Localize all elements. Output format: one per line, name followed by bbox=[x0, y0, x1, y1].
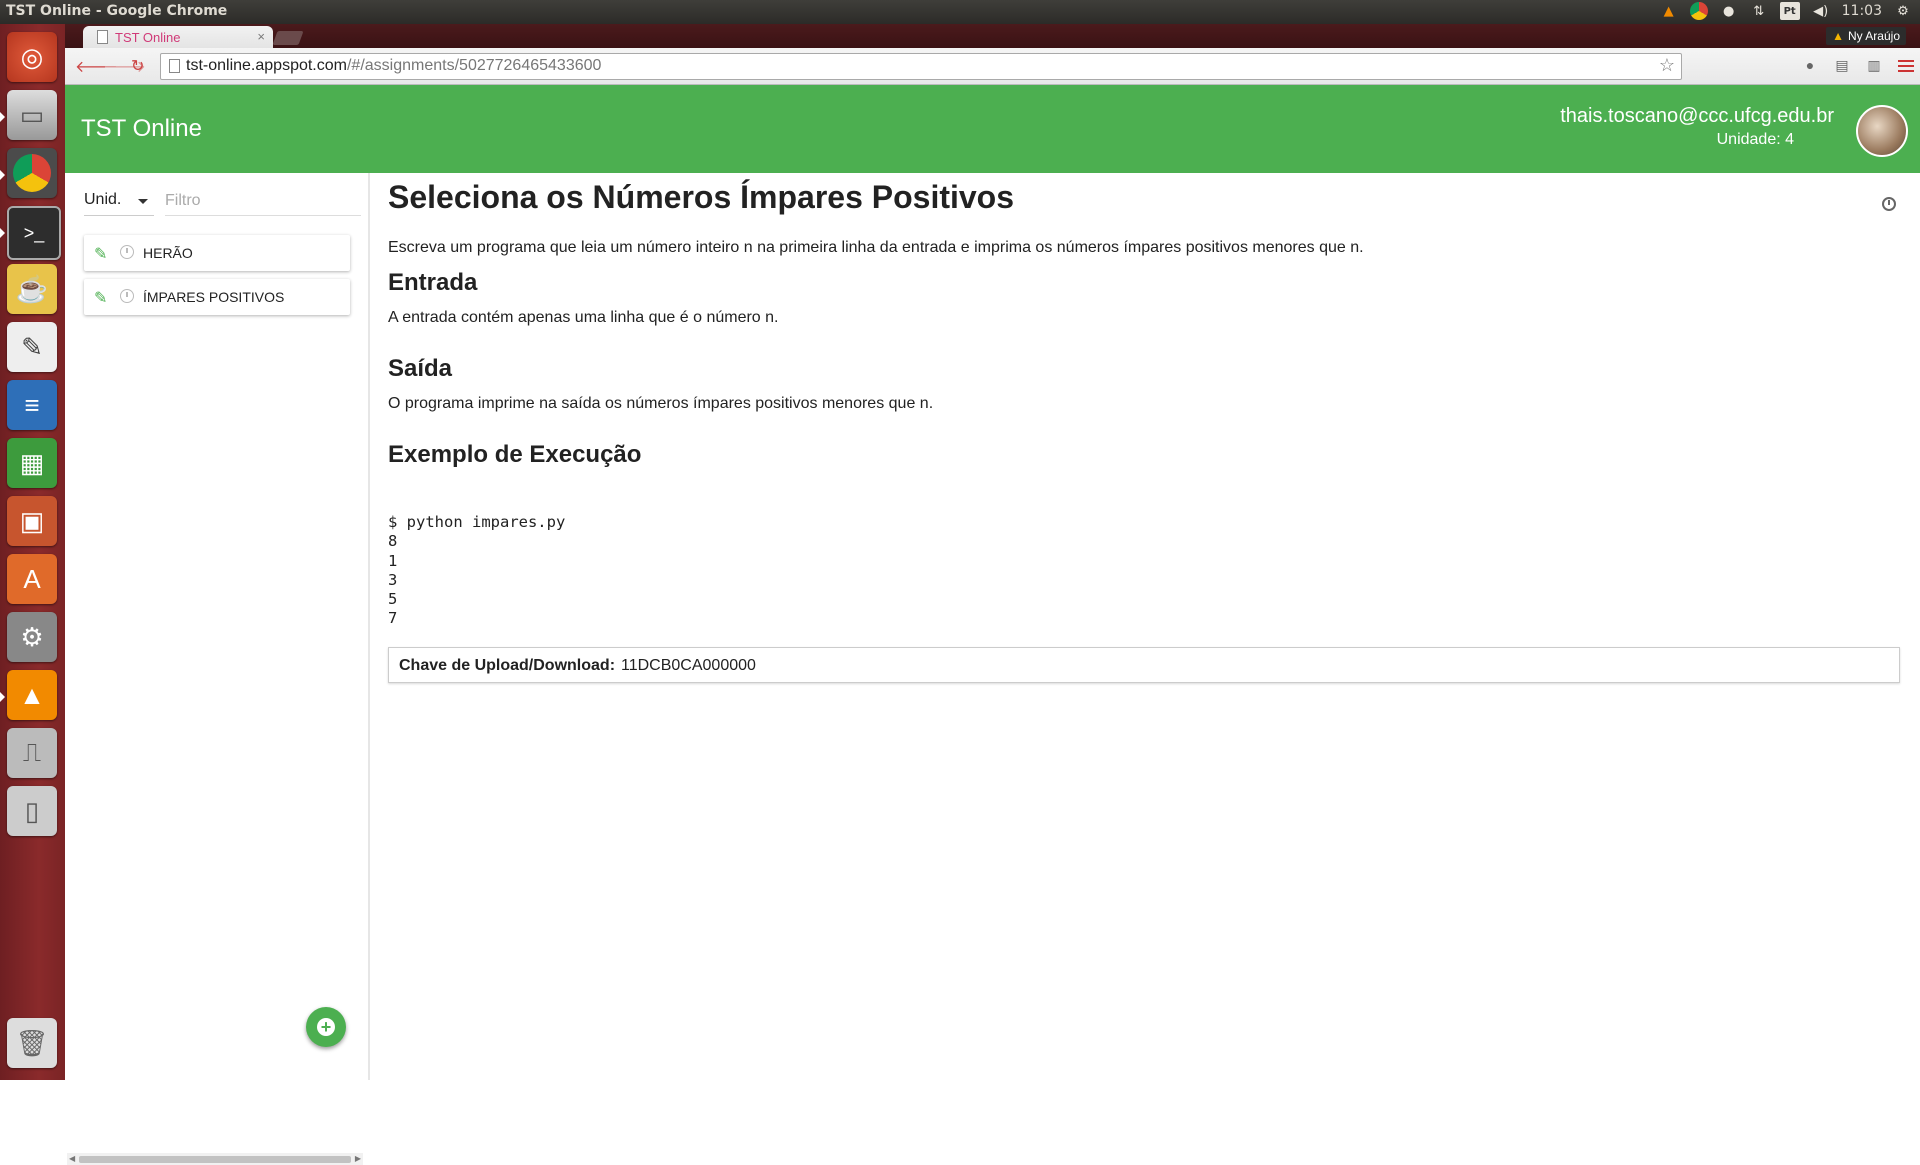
list-item[interactable]: ✎ HERÃO bbox=[84, 235, 350, 271]
app-title[interactable]: TST Online bbox=[81, 115, 202, 143]
input-description: A entrada contém apenas uma linha que é … bbox=[388, 309, 779, 326]
reload-icon[interactable]: ↻ bbox=[131, 56, 144, 76]
vlc-launcher-icon[interactable]: ▲ bbox=[7, 670, 57, 720]
address-bar[interactable]: tst-online.appspot.com/#/assignments/502… bbox=[160, 53, 1682, 80]
media-player-icon[interactable]: ▯ bbox=[7, 786, 57, 836]
chrome-menu-icon[interactable] bbox=[1898, 57, 1914, 75]
input-heading: Entrada bbox=[388, 269, 478, 296]
scrollbar-thumb[interactable] bbox=[79, 1156, 351, 1163]
browser-tabstrip: TST Online × ▲ Ny Araújo bbox=[65, 24, 1920, 48]
unit-select[interactable]: Unid. bbox=[84, 187, 154, 216]
browser-tab[interactable]: TST Online × bbox=[83, 26, 273, 48]
software-center-icon[interactable]: A bbox=[7, 554, 57, 604]
window-title: TST Online - Google Chrome bbox=[6, 3, 228, 19]
app-header: TST Online thais.toscano@ccc.ufcg.edu.br… bbox=[65, 85, 1920, 173]
system-tray: ▲ ● ⇅ Pt ◀) 11:03 ⚙ bbox=[1660, 2, 1912, 20]
user-email: thais.toscano@ccc.ufcg.edu.br bbox=[1560, 105, 1834, 127]
impress-icon[interactable]: ▣ bbox=[7, 496, 57, 546]
history-clock-icon[interactable] bbox=[1882, 197, 1896, 211]
scroll-left-arrow-icon[interactable]: ◀ bbox=[69, 1154, 75, 1163]
new-tab-button[interactable] bbox=[272, 31, 304, 45]
chrome-launcher-icon[interactable] bbox=[7, 148, 57, 198]
vlc-tray-icon[interactable]: ▲ bbox=[1660, 2, 1678, 20]
unit-select-label: Unid. bbox=[84, 191, 122, 208]
settings-gear-icon[interactable]: ⚙ bbox=[1894, 2, 1912, 20]
url-text: tst-online.appspot.com/#/assignments/502… bbox=[186, 57, 601, 75]
page-title: Seleciona os Números Ímpares Positivos bbox=[388, 179, 1015, 215]
tst-app: TST Online thais.toscano@ccc.ufcg.edu.br… bbox=[65, 85, 1920, 1165]
url-host: tst-online.appspot.com bbox=[186, 57, 347, 74]
pencil-icon[interactable]: ✎ bbox=[94, 288, 107, 308]
running-indicator bbox=[0, 228, 5, 238]
upload-key-label: Chave de Upload/Download: bbox=[399, 657, 616, 674]
running-indicator bbox=[0, 170, 5, 180]
tab-close-icon[interactable]: × bbox=[257, 29, 265, 44]
extension-bubble-icon[interactable]: ● bbox=[1801, 57, 1819, 75]
upload-key-box: Chave de Upload/Download: 11DCB0CA000000 bbox=[388, 647, 1900, 683]
user-unit: Unidade: 4 bbox=[1716, 131, 1794, 148]
bookmark-star-icon[interactable]: ☆ bbox=[1659, 55, 1675, 76]
usb-drive-icon[interactable]: ⎍ bbox=[7, 728, 57, 778]
example-code-block: $ python impares.py 8 1 3 5 7 bbox=[388, 513, 566, 628]
messaging-icon[interactable]: ● bbox=[1720, 2, 1738, 20]
profile-badge[interactable]: ▲ Ny Araújo bbox=[1826, 27, 1906, 45]
clock-icon bbox=[120, 289, 134, 303]
writer-icon[interactable]: ≡ bbox=[7, 380, 57, 430]
output-description: O programa imprime na saída os números í… bbox=[388, 395, 934, 412]
list-item[interactable]: ✎ ÍMPARES POSITIVOS bbox=[84, 279, 350, 315]
extension-icon[interactable]: ▤ bbox=[1833, 57, 1851, 75]
example-heading: Exemplo de Execução bbox=[388, 441, 642, 468]
upload-key-value[interactable]: 11DCB0CA000000 bbox=[621, 657, 756, 675]
clock[interactable]: 11:03 bbox=[1842, 3, 1882, 19]
plus-icon: + bbox=[317, 1018, 335, 1036]
terminal-icon[interactable]: >_ bbox=[7, 206, 61, 260]
ubuntu-dash-icon[interactable]: ◎ bbox=[7, 32, 57, 82]
text-editor-icon[interactable]: ✎ bbox=[7, 322, 57, 372]
trash-icon[interactable]: 🗑 bbox=[7, 1018, 57, 1068]
assignment-label: ÍMPARES POSITIVOS bbox=[143, 289, 285, 305]
warning-icon: ▲ bbox=[1832, 29, 1844, 43]
tab-title: TST Online bbox=[115, 30, 181, 45]
horizontal-scrollbar[interactable]: ◀ ▶ bbox=[67, 1153, 363, 1165]
network-icon[interactable]: ⇅ bbox=[1750, 2, 1768, 20]
calc-icon[interactable]: ▦ bbox=[7, 438, 57, 488]
url-path: /#/assignments/5027726465433600 bbox=[346, 57, 602, 74]
teapot-app-icon[interactable]: ☕ bbox=[7, 264, 57, 314]
pencil-icon[interactable]: ✎ bbox=[94, 244, 107, 264]
assignment-sidebar: Unid. ✎ HERÃO ✎ ÍMPARES POSITIVOS + ◀ ▶ bbox=[65, 173, 370, 1165]
files-icon[interactable]: ▭ bbox=[7, 90, 57, 140]
extension-icon[interactable]: ▥ bbox=[1865, 57, 1883, 75]
chrome-tray-icon[interactable] bbox=[1689, 2, 1708, 20]
running-indicator bbox=[0, 112, 5, 122]
running-indicator bbox=[0, 692, 5, 702]
assignment-content: Seleciona os Números Ímpares Positivos E… bbox=[388, 173, 1908, 1073]
system-settings-icon[interactable]: ⚙ bbox=[7, 612, 57, 662]
clock-icon bbox=[120, 245, 134, 259]
unity-launcher: ◎ ▭ >_ ☕ ✎ ≡ ▦ ▣ A ⚙ ▲ ⎍ ▯ 🗑 bbox=[0, 24, 66, 1080]
output-heading: Saída bbox=[388, 355, 453, 382]
assignment-label: HERÃO bbox=[143, 245, 193, 261]
os-top-panel: TST Online - Google Chrome ▲ ● ⇅ Pt ◀) 1… bbox=[0, 0, 1920, 24]
browser-toolbar: 🡐 🡒 ↻ tst-online.appspot.com/#/assignmen… bbox=[65, 48, 1920, 85]
page-icon bbox=[97, 30, 108, 44]
chevron-down-icon bbox=[138, 199, 148, 204]
filter-input[interactable] bbox=[165, 187, 361, 216]
page-icon bbox=[169, 59, 180, 73]
volume-icon[interactable]: ◀) bbox=[1812, 2, 1830, 20]
profile-name: Ny Araújo bbox=[1847, 29, 1900, 43]
keyboard-layout-indicator[interactable]: Pt bbox=[1779, 2, 1800, 20]
add-assignment-button[interactable]: + bbox=[306, 1007, 346, 1047]
scroll-right-arrow-icon[interactable]: ▶ bbox=[355, 1154, 361, 1163]
assignment-description: Escreva um programa que leia um número i… bbox=[388, 239, 1364, 256]
avatar[interactable] bbox=[1856, 105, 1908, 157]
